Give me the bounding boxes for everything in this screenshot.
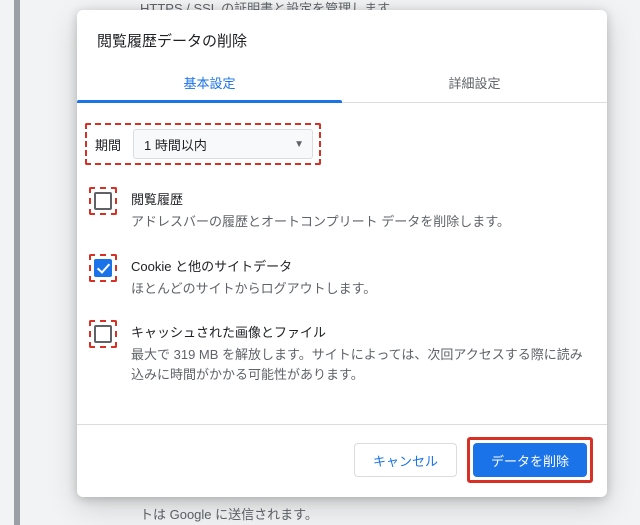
time-range-row: 期間 1 時間以内 ▼ xyxy=(85,123,321,165)
bg-text-bottom: トは Google に送信されます。 xyxy=(140,504,318,523)
dialog-body: 期間 1 時間以内 ▼ 閲覧履歴 アドレスバーの履歴とオートコンプリート データ… xyxy=(77,103,607,424)
option-desc-cache: 最大で 319 MB を解放します。サイトによっては、次回アクセスする際に読み込… xyxy=(131,345,587,384)
option-browsing-history: 閲覧履歴 アドレスバーの履歴とオートコンプリート データを削除します。 xyxy=(89,187,587,232)
chevron-down-icon: ▼ xyxy=(294,139,304,150)
options-list: 閲覧履歴 アドレスバーの履歴とオートコンプリート データを削除します。 Cook… xyxy=(85,187,587,384)
dialog-footer: キャンセル データを削除 xyxy=(77,424,607,497)
option-text-cache: キャッシュされた画像とファイル 最大で 319 MB を解放します。サイトによっ… xyxy=(131,320,587,384)
checkbox-wrap-cookies xyxy=(89,254,117,282)
option-desc-history: アドレスバーの履歴とオートコンプリート データを削除します。 xyxy=(131,212,587,232)
clear-button-highlight: データを削除 xyxy=(467,437,593,483)
bg-stripe xyxy=(14,0,20,525)
cancel-button[interactable]: キャンセル xyxy=(354,443,457,477)
option-cache: キャッシュされた画像とファイル 最大で 319 MB を解放します。サイトによっ… xyxy=(89,320,587,384)
checkbox-wrap-history xyxy=(89,187,117,215)
clear-browsing-data-dialog: 閲覧履歴データの削除 基本設定 詳細設定 期間 1 時間以内 ▼ 閲覧履歴 xyxy=(77,10,607,497)
tab-basic[interactable]: 基本設定 xyxy=(77,61,342,102)
checkbox-browsing-history[interactable] xyxy=(94,192,112,210)
option-desc-cookies: ほとんどのサイトからログアウトします。 xyxy=(131,279,587,299)
option-title-cookies: Cookie と他のサイトデータ xyxy=(131,256,587,275)
time-range-value: 1 時間以内 xyxy=(144,135,207,154)
tab-row: 基本設定 詳細設定 xyxy=(77,61,607,103)
cancel-button-label: キャンセル xyxy=(373,451,438,470)
checkbox-cache[interactable] xyxy=(94,325,112,343)
option-title-cache: キャッシュされた画像とファイル xyxy=(131,322,587,341)
clear-data-button[interactable]: データを削除 xyxy=(473,443,587,477)
tab-basic-label: 基本設定 xyxy=(183,76,235,91)
checkbox-cookies[interactable] xyxy=(94,259,112,277)
time-range-label: 期間 xyxy=(95,135,121,154)
option-title-history: 閲覧履歴 xyxy=(131,189,587,208)
option-cookies: Cookie と他のサイトデータ ほとんどのサイトからログアウトします。 xyxy=(89,254,587,299)
clear-data-button-label: データを削除 xyxy=(491,451,569,470)
dialog-title: 閲覧履歴データの削除 xyxy=(77,10,607,61)
option-text-cookies: Cookie と他のサイトデータ ほとんどのサイトからログアウトします。 xyxy=(131,254,587,299)
time-range-select[interactable]: 1 時間以内 ▼ xyxy=(133,129,313,159)
tab-advanced[interactable]: 詳細設定 xyxy=(342,61,607,102)
checkbox-wrap-cache xyxy=(89,320,117,348)
option-text-history: 閲覧履歴 アドレスバーの履歴とオートコンプリート データを削除します。 xyxy=(131,187,587,232)
tab-advanced-label: 詳細設定 xyxy=(448,76,500,91)
